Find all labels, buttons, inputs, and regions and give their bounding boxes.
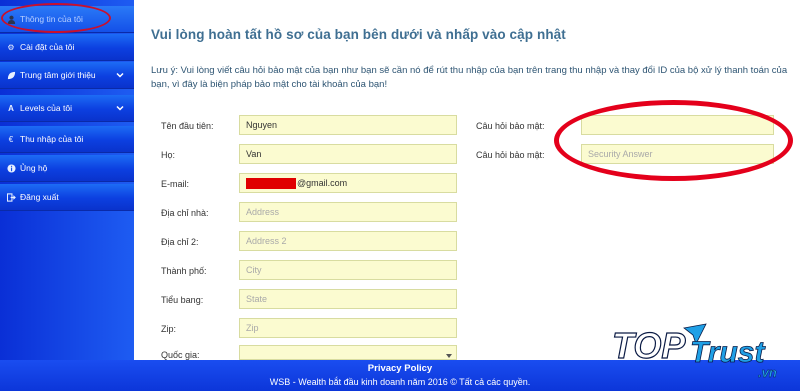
sidebar-item-label: Levels của tôi	[20, 103, 72, 113]
redaction-block	[246, 177, 296, 189]
gear-icon: ⚙	[7, 42, 15, 52]
sidebar-item-label: Cài đặt của tôi	[20, 42, 75, 52]
sidebar-item-my-info[interactable]: Thông tin của tôi	[0, 6, 134, 33]
sidebar-item-logout[interactable]: Đăng xuất	[0, 184, 134, 211]
zip-field[interactable]: Zip	[239, 318, 457, 338]
country-label: Quốc gia:	[161, 350, 200, 360]
sidebar-item-earnings[interactable]: € Thu nhập của tôi	[0, 126, 134, 153]
profile-form: Vui lòng hoàn tất hồ sơ của bạn bên dưới…	[134, 0, 800, 360]
country-select[interactable]	[239, 345, 457, 360]
security-question-label: Câu hỏi bảo mật:	[476, 121, 545, 131]
sidebar: Thông tin của tôi ⚙ Cài đặt của tôi Trun…	[0, 0, 134, 391]
sidebar-item-label: Trung tâm giới thiệu	[20, 70, 96, 80]
state-field[interactable]: State	[239, 289, 457, 309]
user-icon	[6, 14, 16, 24]
euro-icon: €	[8, 134, 14, 144]
security-note: Lưu ý: Vui lòng viết câu hỏi bảo mật của…	[151, 65, 788, 90]
copyright-text: WSB - Wealth bắt đầu kinh doanh năm 2016…	[269, 377, 531, 387]
chevron-down-icon[interactable]	[115, 103, 125, 113]
state-label: Tiểu bang:	[161, 295, 204, 305]
zip-label: Zip:	[161, 324, 177, 334]
address-label: Địa chỉ nhà:	[161, 208, 209, 218]
privacy-policy-link[interactable]: Privacy Policy	[0, 363, 800, 374]
sidebar-item-label: Thông tin của tôi	[20, 14, 83, 24]
sidebar-item-label: Thu nhập của tôi	[20, 134, 84, 144]
security-answer-label: Câu hỏi bảo mật:	[476, 150, 545, 160]
email-value: @gmail.com	[297, 178, 348, 188]
logout-icon	[6, 192, 16, 202]
sidebar-item-support[interactable]: Ủng hộ	[0, 155, 134, 182]
page-title: Vui lòng hoàn tất hồ sơ của bạn bên dưới…	[151, 27, 566, 42]
first-name-field[interactable]: Nguyen	[239, 115, 457, 135]
sidebar-item-settings[interactable]: ⚙ Cài đặt của tôi	[0, 34, 134, 61]
sidebar-item-label: Ủng hộ	[20, 163, 48, 173]
sidebar-item-label: Đăng xuất	[20, 192, 59, 202]
security-answer-field[interactable]: Security Answer	[581, 144, 774, 164]
address2-label: Địa chỉ 2:	[161, 237, 199, 247]
email-label: E-mail:	[161, 179, 190, 189]
chevron-down-icon	[446, 354, 452, 358]
address2-field[interactable]: Address 2	[239, 231, 457, 251]
email-field[interactable]: @gmail.com	[239, 173, 457, 193]
last-name-field[interactable]: Van	[239, 144, 457, 164]
chevron-down-icon[interactable]	[115, 70, 125, 80]
sidebar-item-levels[interactable]: A Levels của tôi	[0, 95, 134, 122]
security-question-field[interactable]	[581, 115, 774, 135]
first-name-label: Tên đầu tiên:	[161, 121, 214, 131]
city-label: Thành phố:	[161, 266, 207, 276]
city-field[interactable]: City	[239, 260, 457, 280]
last-name-label: Họ:	[161, 150, 176, 160]
leaf-icon	[6, 70, 16, 80]
address-field[interactable]: Address	[239, 202, 457, 222]
footer: Privacy Policy WSB - Wealth bắt đầu kinh…	[0, 360, 800, 391]
sidebar-item-referral-center[interactable]: Trung tâm giới thiệu	[0, 62, 134, 89]
font-icon: A	[8, 103, 14, 113]
info-icon	[6, 163, 16, 173]
